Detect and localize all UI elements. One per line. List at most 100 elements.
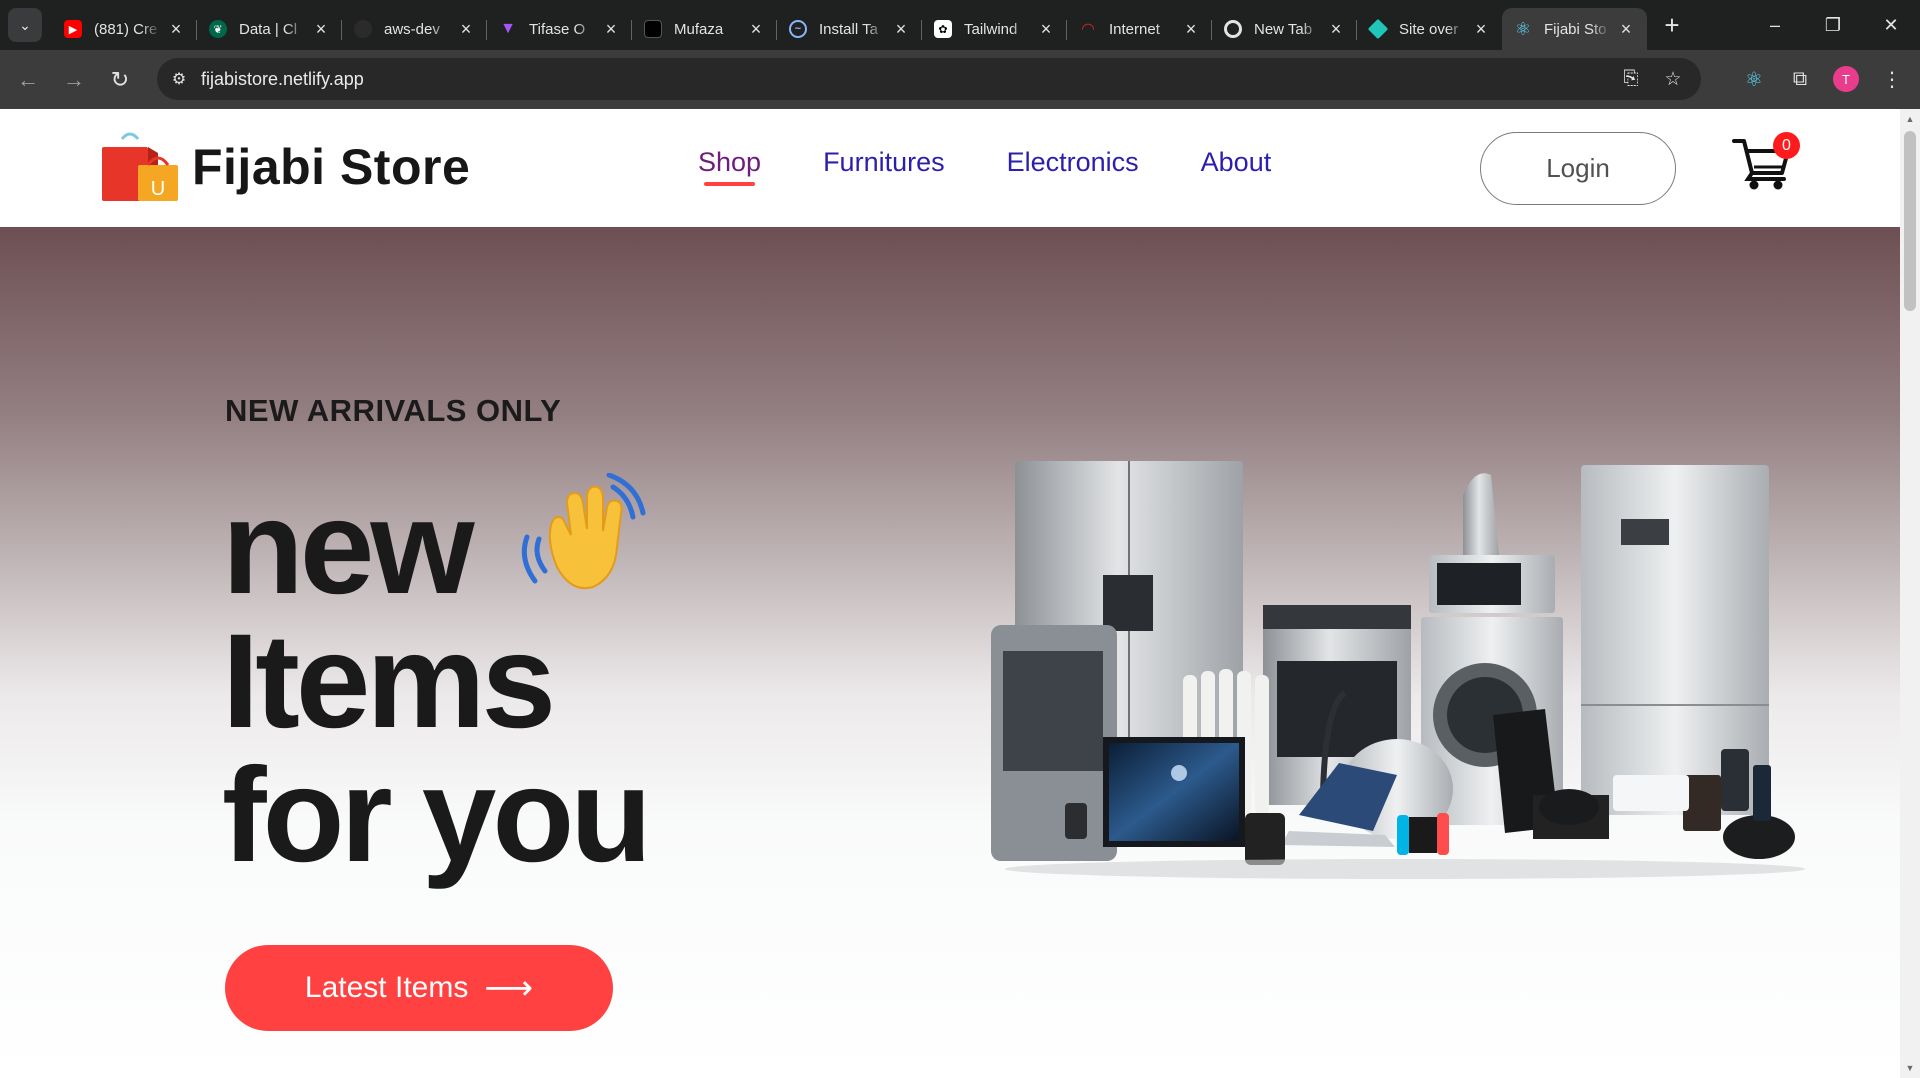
omnibox-actions: ⎘ ☆ (1615, 58, 1689, 100)
netlify-icon (1367, 18, 1389, 40)
latest-items-button[interactable]: Latest Items ⟶ (225, 945, 613, 1031)
cta-label: Latest Items (304, 971, 469, 1004)
hero-eyebrow: NEW ARRIVALS ONLY (225, 393, 562, 428)
reload-button[interactable]: ↻ (100, 60, 140, 100)
chrome-icon (1224, 20, 1242, 38)
page-scrollbar[interactable]: ▲ ▼ (1900, 109, 1920, 1078)
scroll-down-icon[interactable]: ▼ (1900, 1060, 1920, 1076)
browser-tab[interactable]: ❦ Data | Cl × (197, 8, 342, 50)
close-window-icon[interactable]: ✕ (1862, 0, 1920, 50)
chevron-down-icon: ⌄ (19, 16, 31, 33)
switch-joycon-right (1437, 813, 1449, 855)
close-icon[interactable]: × (167, 19, 185, 40)
url-text[interactable]: fijabistore.netlify.app (201, 69, 364, 90)
nav-link-electronics[interactable]: Electronics (1007, 147, 1139, 178)
nav-link-furnitures[interactable]: Furnitures (823, 147, 945, 178)
tab-list: ▶ (881) Cre × ❦ Data | Cl × aws-dev × ▼ … (52, 0, 1647, 50)
cart-count-badge: 0 (1773, 132, 1800, 159)
hero-title-line-3: for you (222, 741, 652, 890)
browser-tab[interactable]: ~ Install Ta × (777, 8, 922, 50)
browser-tab[interactable]: Mufaza × (632, 8, 777, 50)
hero-appliances-image (991, 461, 1805, 879)
tab-title: Data | Cl (239, 20, 298, 38)
nav-link-about[interactable]: About (1201, 147, 1272, 178)
logo-letter: U (151, 178, 165, 200)
address-bar[interactable]: ⚙ fijabistore.netlify.app ⎘ ☆ (157, 58, 1701, 100)
smartphone (1753, 765, 1771, 821)
tab-title: Mufaza (674, 20, 724, 38)
minimize-icon[interactable]: – (1746, 0, 1804, 50)
tab-search-button[interactable]: ⌄ (8, 8, 42, 42)
new-tab-button[interactable]: + (1655, 8, 1689, 42)
arrow-right-icon: ⟶ (484, 969, 534, 1007)
speedtest-icon: ◠ (1081, 21, 1095, 38)
browser-tab[interactable]: aws-dev × (342, 8, 487, 50)
tab-title: aws-dev (384, 20, 440, 38)
tab-title: Tailwind (964, 20, 1018, 38)
scrollbar-thumb[interactable] (1904, 131, 1916, 311)
back-arrow-icon: ← (17, 66, 39, 92)
tab-title: Site over (1399, 20, 1459, 38)
github-icon (354, 20, 372, 38)
vite-icon: ▼ (500, 20, 516, 37)
tailwind-icon: ~ (789, 20, 807, 38)
browser-tab-strip: ⌄ ▶ (881) Cre × ❦ Data | Cl × aws-dev × … (0, 0, 1920, 50)
login-button[interactable]: Login (1480, 132, 1676, 205)
switch-joycon-left (1397, 815, 1409, 855)
main-menu: Shop Furnitures Electronics About (698, 147, 1272, 186)
chatgpt-icon: ✿ (934, 20, 952, 38)
browser-tab[interactable]: ▼ Tifase O × (487, 8, 632, 50)
mongodb-icon: ❦ (209, 20, 227, 38)
close-icon[interactable]: × (1617, 19, 1635, 40)
close-icon[interactable]: × (1182, 19, 1200, 40)
toolbar-actions: ⚛ ⧉ T ⋮ (1734, 58, 1912, 100)
back-button[interactable]: ← (8, 60, 48, 100)
close-icon[interactable]: × (892, 19, 910, 40)
page-viewport: U Fijabi Store Shop Furnitures Electroni… (0, 109, 1900, 1078)
site-navbar: U Fijabi Store Shop Furnitures Electroni… (0, 109, 1900, 227)
tab-title: Internet (1109, 20, 1160, 38)
brand-logo[interactable]: U Fijabi Store (100, 131, 470, 203)
site-info-icon[interactable]: ⚙ (161, 61, 197, 97)
browser-tab[interactable]: Site over × (1357, 8, 1502, 50)
site-icon (644, 20, 662, 38)
close-icon[interactable]: × (1037, 19, 1055, 40)
youtube-icon: ▶ (64, 20, 82, 38)
smart-speaker (1245, 813, 1285, 865)
tablet (1721, 749, 1749, 811)
browser-tab[interactable]: ▶ (881) Cre × (52, 8, 197, 50)
tab-title: Tifase O (529, 20, 586, 38)
tab-title: (881) Cre (94, 20, 158, 38)
steam-iron (1463, 473, 1499, 555)
browser-tab[interactable]: New Tab × (1212, 8, 1357, 50)
close-icon[interactable]: × (602, 19, 620, 40)
reload-icon: ↻ (110, 66, 130, 92)
forward-button[interactable]: → (54, 60, 94, 100)
window-controls: – ❐ ✕ (1746, 0, 1920, 50)
shopping-bag-icon: U (102, 132, 178, 201)
close-icon[interactable]: × (1327, 19, 1345, 40)
close-icon[interactable]: × (312, 19, 330, 40)
xbox-controller (1723, 815, 1795, 859)
react-devtools-icon[interactable]: ⚛ (1734, 59, 1774, 99)
close-icon[interactable]: × (457, 19, 475, 40)
close-icon[interactable]: × (1472, 19, 1490, 40)
profile-button[interactable]: T (1826, 59, 1866, 99)
browser-tab[interactable]: ◠ Internet × (1067, 8, 1212, 50)
install-app-icon[interactable]: ⎘ (1615, 63, 1647, 95)
forward-arrow-icon: → (63, 66, 85, 92)
brand-name: Fijabi Store (192, 139, 471, 195)
speaker (1065, 803, 1087, 839)
extensions-puzzle-icon[interactable]: ⧉ (1780, 59, 1820, 99)
bookmark-star-icon[interactable]: ☆ (1657, 63, 1689, 95)
browser-tab[interactable]: ✿ Tailwind × (922, 8, 1067, 50)
restore-icon[interactable]: ❐ (1804, 0, 1862, 50)
more-menu-icon[interactable]: ⋮ (1872, 59, 1912, 99)
waving-hand-icon (521, 473, 646, 589)
browser-tab-active[interactable]: ⚛ Fijabi Sto × (1502, 8, 1647, 50)
tab-title: New Tab (1254, 20, 1313, 38)
nav-link-shop[interactable]: Shop (698, 147, 761, 186)
scroll-up-icon[interactable]: ▲ (1900, 111, 1920, 127)
close-icon[interactable]: × (747, 19, 765, 40)
gamepad (1539, 789, 1599, 825)
